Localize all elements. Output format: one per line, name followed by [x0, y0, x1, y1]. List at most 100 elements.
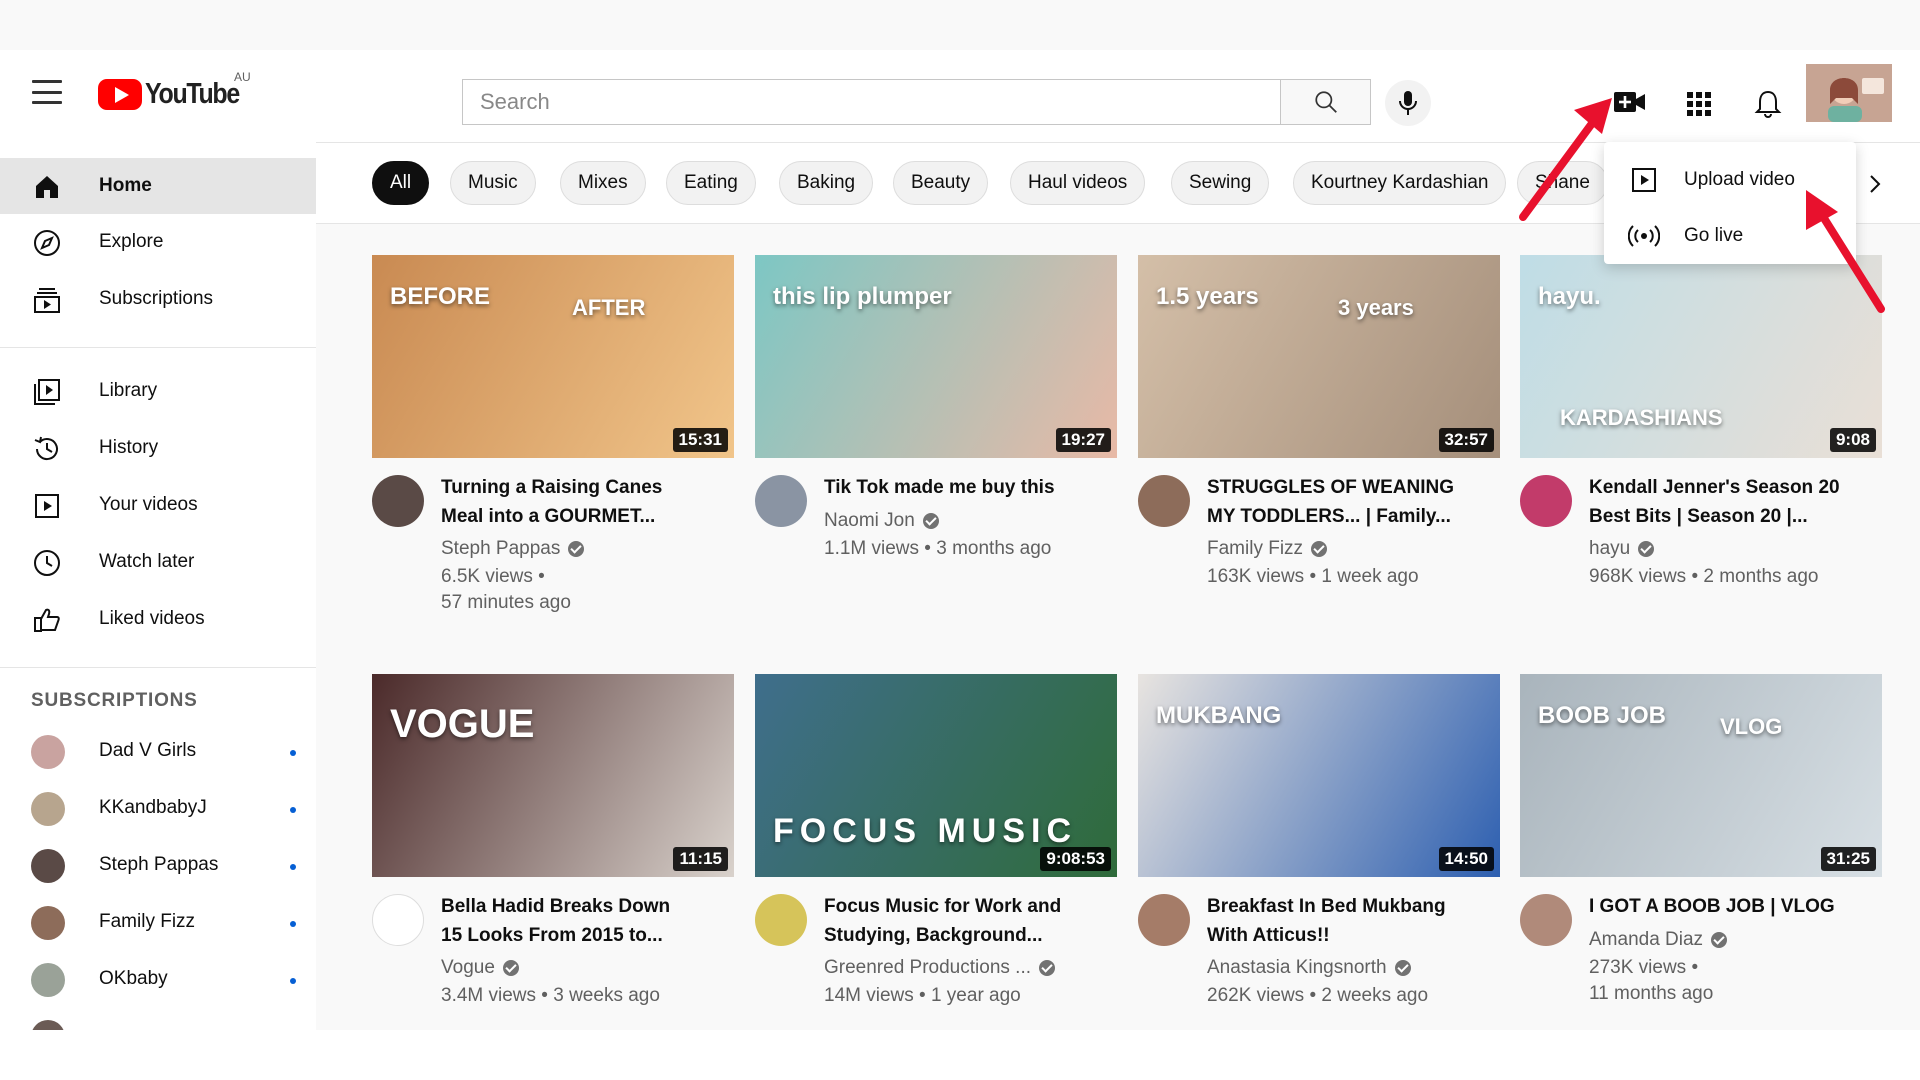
- chip-kourtney-kardashian[interactable]: Kourtney Kardashian: [1293, 161, 1507, 205]
- video-thumbnail[interactable]: hayu. KARDASHIANS 9:08: [1520, 255, 1882, 458]
- channel-name[interactable]: Family Fizz: [1207, 538, 1328, 560]
- subscription-item[interactable]: Steph Pappas: [0, 837, 316, 893]
- video-title[interactable]: Kendall Jenner's Season 20 Best Bits | S…: [1589, 473, 1879, 531]
- subscription-item[interactable]: Dad V Girls: [0, 723, 316, 779]
- channel-avatar[interactable]: [755, 475, 807, 527]
- masthead: YouTube AU: [0, 50, 1920, 142]
- channel-name[interactable]: Amanda Diaz: [1589, 929, 1728, 951]
- video-thumbnail[interactable]: BEFORE AFTER 15:31: [372, 255, 734, 458]
- channel-avatar[interactable]: [1138, 894, 1190, 946]
- video-metadata: 1.1M views • 3 months ago: [824, 536, 1114, 562]
- video-title[interactable]: Focus Music for Work and Studying, Backg…: [824, 892, 1114, 950]
- sidebar-item-history[interactable]: History: [0, 420, 316, 476]
- subscriptions-heading: SUBSCRIPTIONS: [31, 690, 198, 711]
- video-card[interactable]: VOGUE 11:15 Bella Hadid Breaks Down 15 L…: [372, 674, 734, 1030]
- thumbnail-text: hayu.: [1538, 283, 1601, 310]
- video-title[interactable]: I GOT A BOOB JOB | VLOG: [1589, 892, 1879, 921]
- channel-avatar[interactable]: [372, 894, 424, 946]
- sidebar-item-library[interactable]: Library: [0, 363, 316, 419]
- channel-name-text: Steph Pappas: [441, 538, 561, 559]
- channel-name[interactable]: hayu: [1589, 538, 1655, 560]
- channel-avatar[interactable]: [1138, 475, 1190, 527]
- video-camera-plus-icon: [1614, 92, 1645, 112]
- search-box: [462, 79, 1282, 125]
- search-button[interactable]: [1280, 79, 1371, 125]
- sidebar-item-home[interactable]: Home: [0, 158, 316, 214]
- upload-video-item[interactable]: Upload video: [1604, 152, 1856, 208]
- video-duration: 14:50: [1438, 847, 1494, 871]
- view-count: 262K views • 2 weeks ago: [1207, 985, 1429, 1006]
- chip-haul-videos[interactable]: Haul videos: [1010, 161, 1146, 205]
- hamburger-menu-icon[interactable]: [32, 80, 62, 104]
- subscription-item[interactable]: [0, 1008, 316, 1030]
- video-card[interactable]: 1.5 years 3 years 32:57 STRUGGLES OF WEA…: [1138, 255, 1500, 655]
- new-content-dot: [290, 978, 296, 984]
- chevron-right-icon[interactable]: [1860, 169, 1890, 199]
- video-card[interactable]: hayu. KARDASHIANS 9:08 Kendall Jenner's …: [1520, 255, 1882, 655]
- video-thumbnail[interactable]: 1.5 years 3 years 32:57: [1138, 255, 1500, 458]
- search-input[interactable]: [480, 89, 1281, 115]
- video-duration: 31:25: [1820, 847, 1876, 871]
- channel-name[interactable]: Steph Pappas: [441, 538, 585, 560]
- avatar-illustration-icon: [1806, 64, 1892, 122]
- channel-name[interactable]: Naomi Jon: [824, 510, 939, 532]
- chip-eating[interactable]: Eating: [666, 161, 756, 205]
- chip-baking[interactable]: Baking: [779, 161, 874, 205]
- video-card[interactable]: this lip plumper 19:27 Tik Tok made me b…: [755, 255, 1117, 655]
- video-duration: 19:27: [1055, 428, 1111, 452]
- notifications-button[interactable]: [1748, 84, 1788, 124]
- voice-search-button[interactable]: [1385, 80, 1431, 126]
- chip-beauty[interactable]: Beauty: [893, 161, 989, 205]
- go-live-item[interactable]: Go live: [1604, 208, 1856, 264]
- video-title[interactable]: Turning a Raising Canes Meal into a GOUR…: [441, 473, 731, 531]
- channel-avatar[interactable]: [755, 894, 807, 946]
- channel-name-text: Naomi Jon: [824, 510, 915, 531]
- video-title[interactable]: Tik Tok made me buy this: [824, 473, 1114, 502]
- chip-shane[interactable]: Shane: [1517, 161, 1608, 205]
- chip-music[interactable]: Music: [450, 161, 536, 205]
- verified-check-icon: [1394, 960, 1411, 976]
- video-thumbnail[interactable]: MUKBANG 14:50: [1138, 674, 1500, 877]
- video-thumbnail[interactable]: VOGUE 11:15: [372, 674, 734, 877]
- sidebar-item-label: Home: [99, 175, 152, 196]
- account-avatar[interactable]: [1806, 64, 1892, 122]
- channel-avatar[interactable]: [1520, 894, 1572, 946]
- video-title[interactable]: STRUGGLES OF WEANING MY TODDLERS... | Fa…: [1207, 473, 1497, 531]
- youtube-play-icon: [98, 79, 142, 110]
- sidebar-item-watch-later[interactable]: Watch later: [0, 534, 316, 590]
- chip-all[interactable]: All: [372, 161, 430, 205]
- subscription-name: Family Fizz: [99, 911, 196, 932]
- chip-mixes[interactable]: Mixes: [560, 161, 646, 205]
- video-thumbnail[interactable]: BOOB JOB VLOG 31:25: [1520, 674, 1882, 877]
- video-card[interactable]: BEFORE AFTER 15:31 Turning a Raising Can…: [372, 255, 734, 655]
- video-card[interactable]: BOOB JOB VLOG 31:25 I GOT A BOOB JOB | V…: [1520, 674, 1882, 1030]
- video-card[interactable]: MUKBANG 14:50 Breakfast In Bed Mukbang W…: [1138, 674, 1500, 1030]
- create-button[interactable]: [1610, 82, 1650, 122]
- sidebar-item-your-videos[interactable]: Your videos: [0, 477, 316, 533]
- video-thumbnail[interactable]: this lip plumper 19:27: [755, 255, 1117, 458]
- channel-avatar[interactable]: [1520, 475, 1572, 527]
- view-count: 3.4M views • 3 weeks ago: [441, 985, 660, 1006]
- apps-button[interactable]: [1679, 84, 1719, 124]
- verified-check-icon: [1311, 541, 1328, 557]
- channel-avatar[interactable]: [372, 475, 424, 527]
- subscription-item[interactable]: OKbaby: [0, 951, 316, 1007]
- sidebar-item-subscriptions[interactable]: Subscriptions: [0, 271, 316, 327]
- video-thumbnail[interactable]: FOCUS MUSIC 9:08:53: [755, 674, 1117, 877]
- chip-sewing[interactable]: Sewing: [1171, 161, 1270, 205]
- thumbnail-text: MUKBANG: [1156, 702, 1282, 729]
- video-card[interactable]: FOCUS MUSIC 9:08:53 Focus Music for Work…: [755, 674, 1117, 1030]
- video-title[interactable]: Breakfast In Bed Mukbang With Atticus!!: [1207, 892, 1497, 950]
- your-videos-icon: [32, 491, 62, 521]
- youtube-logo[interactable]: YouTube AU: [98, 70, 254, 111]
- channel-name[interactable]: Greenred Productions ...: [824, 957, 1055, 979]
- subscription-item[interactable]: KKandbabyJ: [0, 780, 316, 836]
- channel-name[interactable]: Anastasia Kingsnorth: [1207, 957, 1411, 979]
- view-count: 6.5K views •: [441, 566, 545, 587]
- subscription-item[interactable]: Family Fizz: [0, 894, 316, 950]
- sidebar-item-liked-videos[interactable]: Liked videos: [0, 591, 316, 647]
- channel-name[interactable]: Vogue: [441, 957, 519, 979]
- video-title[interactable]: Bella Hadid Breaks Down 15 Looks From 20…: [441, 892, 731, 950]
- sidebar-item-explore[interactable]: Explore: [0, 214, 316, 270]
- video-duration: 9:08: [1829, 428, 1876, 452]
